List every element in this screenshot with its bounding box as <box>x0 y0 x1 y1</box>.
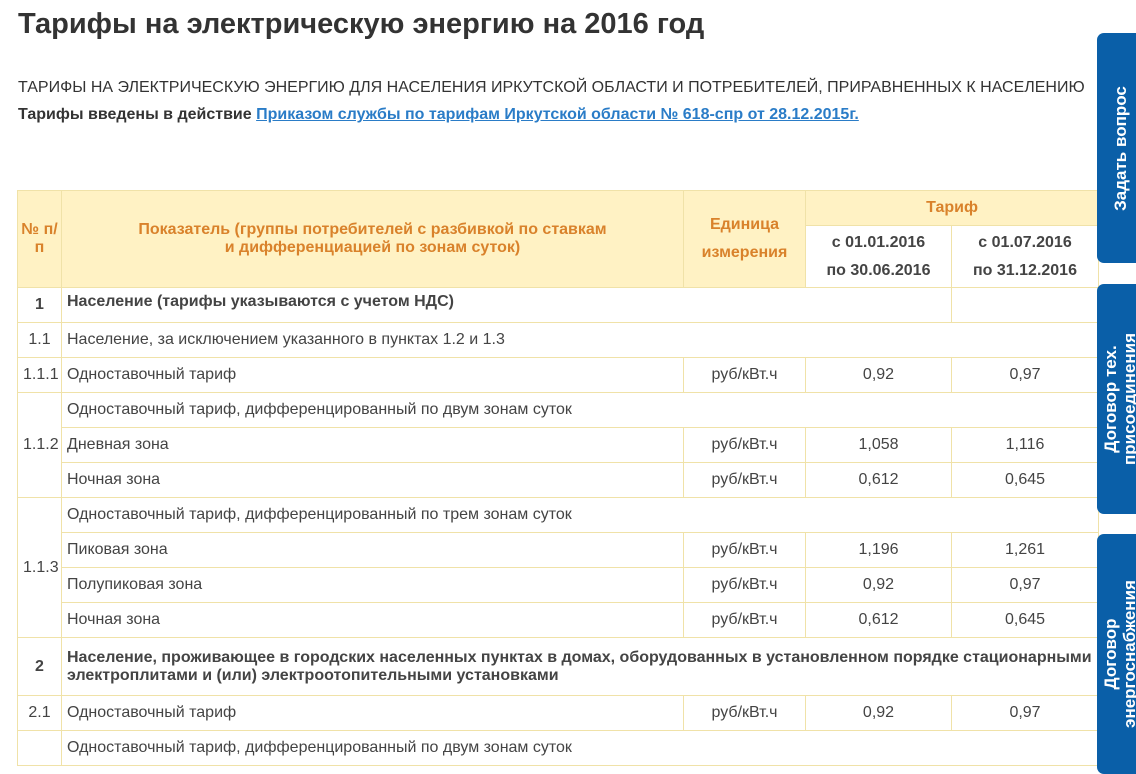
row-num: 1.1.1 <box>17 357 62 393</box>
header-indicator-line1: Показатель (группы потребителей с разбив… <box>138 221 607 238</box>
row-value-2: 0,97 <box>950 567 1100 603</box>
row-value-2: 1,116 <box>950 427 1100 463</box>
row-name: Население, за исключением указанного в п… <box>60 322 1100 358</box>
row-value-1: 1,196 <box>805 532 952 568</box>
table-row: Ночная зона руб/кВт.ч 0,612 0,645 <box>18 462 1100 498</box>
ask-question-tab[interactable]: Задать вопрос <box>1097 33 1136 263</box>
tech-connection-label: Договор тех. присоединения <box>1101 333 1136 465</box>
row-name: Полупиковая зона <box>61 567 684 603</box>
row-name: Пиковая зона <box>61 532 684 568</box>
row-unit: руб/кВт.ч <box>683 462 806 498</box>
side-tabs: Задать вопрос Договор тех. присоединения… <box>1097 0 1136 774</box>
row-value-1: 0,92 <box>805 695 952 731</box>
header-period-1: с 01.01.2016 по 30.06.2016 <box>805 225 952 288</box>
decree-line: Тарифы введены в действие Приказом служб… <box>18 106 859 124</box>
energy-supply-label: Договор энергоснабжения <box>1101 580 1136 728</box>
row-value-2: 0,97 <box>950 695 1100 731</box>
table-row: 1 Население (тарифы указываются с учетом… <box>17 287 1100 323</box>
row-name: Одноставочный тариф <box>61 695 684 731</box>
row-num: 1.1.3 <box>17 497 62 638</box>
row-value-1: 0,612 <box>805 462 952 498</box>
row-name: Одноставочный тариф, дифференцированный … <box>60 497 1100 533</box>
tech-connection-label-line2: присоединения <box>1120 333 1136 465</box>
row-value-2: 1,261 <box>950 532 1100 568</box>
page-subtitle: ТАРИФЫ НА ЭЛЕКТРИЧЕСКУЮ ЭНЕРГИЮ ДЛЯ НАСЕ… <box>18 79 1085 96</box>
row-value-1: 1,058 <box>805 427 952 463</box>
table-row: Ночная зона руб/кВт.ч 0,612 0,645 <box>18 602 1100 638</box>
header-indicator-line2: и дифференциацией по зонам суток) <box>224 239 521 256</box>
row-value-1: 0,612 <box>805 602 952 638</box>
row-value-2: 0,645 <box>950 602 1100 638</box>
row-name: Ночная зона <box>61 602 684 638</box>
decree-prefix: Тарифы введены в действие <box>18 106 252 123</box>
row-num: 1 <box>17 287 62 323</box>
row-num: 1.1.2 <box>17 392 62 498</box>
row-unit: руб/кВт.ч <box>683 532 806 568</box>
table-row: Полупиковая зона руб/кВт.ч 0,92 0,97 <box>18 567 1100 603</box>
header-tariff: Тариф <box>804 190 1100 226</box>
row-num: 2 <box>17 637 62 696</box>
row-name: Одноставочный тариф, дифференцированный … <box>60 730 1100 766</box>
header-indicator: Показатель (группы потребителей с разбив… <box>61 190 684 288</box>
energy-supply-label-line2: энергоснабжения <box>1120 580 1136 728</box>
row-name: Дневная зона <box>61 427 684 463</box>
row-name: Ночная зона <box>61 462 684 498</box>
row-unit: руб/кВт.ч <box>683 357 806 393</box>
row-num <box>17 730 62 766</box>
page-title: Тарифы на электрическую энергию на 2016 … <box>18 8 705 40</box>
table-row: Пиковая зона руб/кВт.ч 1,196 1,261 <box>18 532 1100 568</box>
energy-supply-label-line1: Договор <box>1101 618 1121 690</box>
header-period-2-line1: с 01.07.2016 <box>978 233 1072 251</box>
row-empty-cell <box>950 287 1100 323</box>
row-value-1: 0,92 <box>805 567 952 603</box>
header-num: № п/п <box>17 190 62 288</box>
row-num: 2.1 <box>17 695 62 731</box>
energy-supply-contract-tab[interactable]: Договор энергоснабжения <box>1097 534 1136 774</box>
header-unit: Единица измерения <box>683 190 806 288</box>
row-unit: руб/кВт.ч <box>683 602 806 638</box>
table-row: Одноставочный тариф, дифференцированный … <box>17 730 1100 766</box>
table-row: 2 Население, проживающее в городских нас… <box>17 637 1100 696</box>
row-value-2: 0,97 <box>950 357 1100 393</box>
row-unit: руб/кВт.ч <box>683 695 806 731</box>
table-row: 1.1 Население, за исключением указанного… <box>17 322 1100 358</box>
table-row: 2.1 Одноставочный тариф руб/кВт.ч 0,92 0… <box>17 695 1100 731</box>
header-period-1-line1: с 01.01.2016 <box>831 233 926 251</box>
header-period-2-line2: по 31.12.2016 <box>973 261 1077 279</box>
row-name: Население (тарифы указываются с учетом Н… <box>61 287 952 323</box>
tariff-table: № п/п Показатель (группы потребителей с … <box>17 190 1100 766</box>
row-name: Население, проживающее в городских насел… <box>60 637 1100 696</box>
row-num: 1.1 <box>17 322 62 358</box>
table-row: 1.1.2 Одноставочный тариф, дифференциров… <box>17 392 1100 498</box>
table-row: 1.1.3 Одноставочный тариф, дифференциров… <box>17 497 1100 638</box>
table-row: 1.1.1 Одноставочный тариф руб/кВт.ч 0,92… <box>17 357 1100 393</box>
row-value-2: 0,645 <box>950 462 1100 498</box>
ask-question-label: Задать вопрос <box>1110 85 1130 211</box>
tech-connection-contract-tab[interactable]: Договор тех. присоединения <box>1097 284 1136 514</box>
decree-link[interactable]: Приказом службы по тарифам Иркутской обл… <box>256 106 859 123</box>
row-unit: руб/кВт.ч <box>683 427 806 463</box>
table-row: Дневная зона руб/кВт.ч 1,058 1,116 <box>18 427 1100 463</box>
row-unit: руб/кВт.ч <box>683 567 806 603</box>
header-period-1-line2: по 30.06.2016 <box>826 261 931 279</box>
tech-connection-label-line1: Договор тех. <box>1101 345 1120 453</box>
row-name: Одноставочный тариф <box>61 357 684 393</box>
row-name: Одноставочный тариф, дифференцированный … <box>60 392 1100 428</box>
header-period-2: с 01.07.2016 по 31.12.2016 <box>950 225 1100 288</box>
row-value-1: 0,92 <box>805 357 952 393</box>
